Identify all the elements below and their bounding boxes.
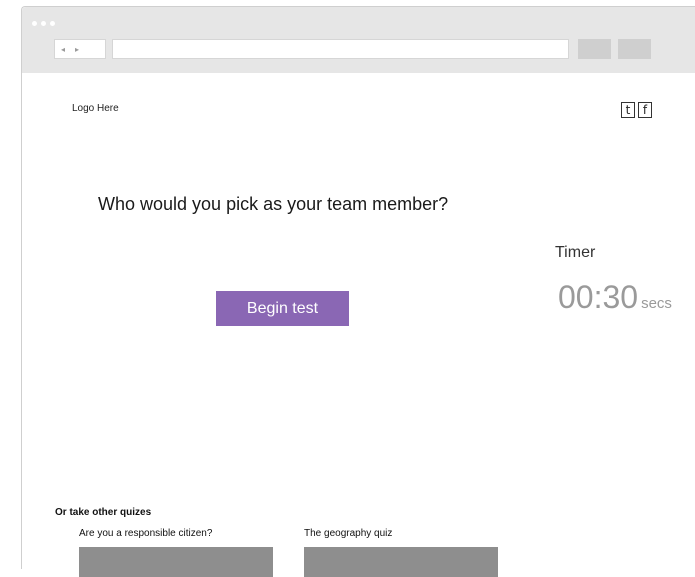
other-quizzes-heading: Or take other quizes bbox=[55, 507, 152, 518]
minimize-dot[interactable] bbox=[41, 21, 46, 26]
close-dot[interactable] bbox=[32, 21, 37, 26]
window-controls bbox=[32, 21, 55, 26]
maximize-dot[interactable] bbox=[50, 21, 55, 26]
forward-arrow-icon[interactable]: ▸ bbox=[75, 45, 79, 54]
facebook-icon[interactable]: f bbox=[638, 102, 652, 118]
quiz-card-geography[interactable]: The geography quiz bbox=[304, 528, 499, 577]
address-bar[interactable] bbox=[112, 39, 569, 59]
quiz-card-title[interactable]: Are you a responsible citizen? bbox=[79, 528, 274, 539]
toolbar-button-2[interactable] bbox=[618, 39, 651, 59]
browser-window: ◂ ▸ Logo Here t f Who would you pick as … bbox=[21, 6, 695, 577]
toolbar-button-1[interactable] bbox=[578, 39, 611, 59]
browser-chrome: ◂ ▸ bbox=[22, 7, 695, 73]
logo[interactable]: Logo Here bbox=[72, 103, 119, 114]
timer-display: 00:30 secs bbox=[558, 279, 672, 316]
nav-buttons: ◂ ▸ bbox=[54, 39, 106, 59]
timer-value: 00:30 bbox=[558, 279, 639, 315]
quiz-card-responsible-citizen[interactable]: Are you a responsible citizen? bbox=[79, 528, 274, 577]
quiz-question: Who would you pick as your team member? bbox=[98, 194, 449, 214]
social-links: t f bbox=[621, 102, 652, 118]
twitter-icon[interactable]: t bbox=[621, 102, 635, 118]
quiz-thumbnail[interactable] bbox=[79, 547, 273, 577]
timer-unit: secs bbox=[641, 295, 672, 312]
quiz-thumbnail[interactable] bbox=[304, 547, 498, 577]
back-arrow-icon[interactable]: ◂ bbox=[61, 45, 65, 54]
quiz-card-title[interactable]: The geography quiz bbox=[304, 528, 499, 539]
timer-label: Timer bbox=[555, 244, 596, 261]
begin-test-button[interactable]: Begin test bbox=[216, 291, 349, 326]
